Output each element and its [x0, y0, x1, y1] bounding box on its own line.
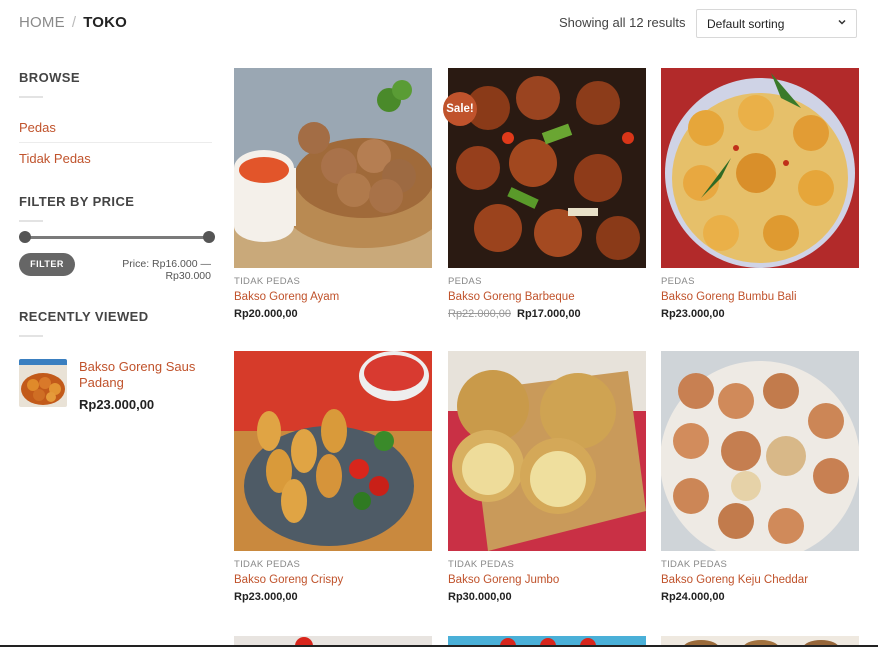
category-divider [19, 142, 212, 143]
category-link-tidak-pedas[interactable]: Tidak Pedas [19, 151, 91, 166]
product-name[interactable]: Bakso Goreng Keju Cheddar [661, 574, 859, 586]
product-price: Rp23.000,00 [661, 308, 725, 320]
product-image[interactable] [661, 351, 859, 551]
product-card: TIDAK PEDAS Bakso Goreng Jumbo Rp30.000,… [448, 351, 646, 603]
sort-select[interactable]: Default sorting [696, 9, 857, 38]
product-price: Rp24.000,00 [661, 591, 725, 603]
browse-title: BROWSE [19, 70, 80, 85]
product-old-price: Rp22.000,00 [448, 308, 511, 320]
recent-product-name[interactable]: Bakso Goreng Saus Padang [79, 359, 209, 391]
product-name[interactable]: Bakso Goreng Crispy [234, 574, 432, 586]
product-name[interactable]: Bakso Goreng Bumbu Bali [661, 291, 859, 303]
product-card: PEDAS Bakso Goreng Bumbu Bali Rp23.000,0… [661, 68, 859, 320]
product-card: TIDAK PEDAS Bakso Goreng Ayam Rp20.000,0… [234, 68, 432, 320]
breadcrumb: HOME / TOKO [19, 14, 127, 31]
product-price: Rp23.000,00 [234, 591, 298, 603]
product-price: Rp20.000,00 [234, 308, 298, 320]
product-name[interactable]: Bakso Goreng Barbeque [448, 291, 646, 303]
filter-button[interactable]: FILTER [19, 253, 75, 276]
product-image[interactable] [234, 634, 432, 645]
price-slider-track[interactable] [25, 236, 209, 239]
product-card: Sale! PEDAS Bakso Goreng Barbeque Rp22.0… [443, 68, 646, 320]
product-image[interactable] [448, 634, 646, 645]
product-category: TIDAK PEDAS [661, 559, 728, 570]
product-image[interactable] [234, 68, 432, 268]
product-category: TIDAK PEDAS [234, 276, 301, 287]
product-name[interactable]: Bakso Goreng Ayam [234, 291, 432, 303]
product-card: TIDAK PEDAS Bakso Goreng Crispy Rp23.000… [234, 351, 432, 603]
category-link-pedas[interactable]: Pedas [19, 120, 56, 135]
product-category: TIDAK PEDAS [448, 559, 515, 570]
product-category: TIDAK PEDAS [234, 559, 301, 570]
product-image[interactable] [661, 68, 859, 268]
title-divider [19, 335, 43, 337]
product-image[interactable] [234, 351, 432, 551]
product-price: Rp22.000,00 Rp17.000,00 [448, 308, 646, 320]
price-slider-max-handle[interactable] [203, 231, 215, 243]
recently-viewed-title: RECENTLY VIEWED [19, 309, 149, 324]
filter-by-price-title: FILTER BY PRICE [19, 194, 135, 209]
sort-selected-value: Default sorting [707, 17, 785, 31]
product-card: TIDAK PEDAS Bakso Goreng Keju Cheddar Rp… [661, 351, 859, 603]
product-category: PEDAS [661, 276, 695, 287]
breadcrumb-home-link[interactable]: HOME [19, 14, 65, 31]
product-category: PEDAS [448, 276, 482, 287]
recent-product-price: Rp23.000,00 [79, 397, 155, 412]
product-image[interactable] [661, 634, 859, 645]
title-divider [19, 96, 43, 98]
results-count: Showing all 12 results [559, 15, 686, 30]
recent-product-image[interactable] [19, 359, 67, 407]
product-name[interactable]: Bakso Goreng Jumbo [448, 574, 646, 586]
product-price: Rp30.000,00 [448, 591, 512, 603]
sale-badge: Sale! [443, 92, 477, 126]
chevron-down-icon [838, 19, 846, 25]
breadcrumb-current: TOKO [83, 14, 128, 31]
price-range-label: Price: Rp16.000 — Rp30.000 [122, 258, 211, 282]
price-slider-min-handle[interactable] [19, 231, 31, 243]
product-image[interactable] [448, 68, 646, 268]
breadcrumb-separator: / [71, 14, 77, 31]
product-image[interactable] [448, 351, 646, 551]
product-sale-price: Rp17.000,00 [517, 308, 581, 320]
title-divider [19, 220, 43, 222]
